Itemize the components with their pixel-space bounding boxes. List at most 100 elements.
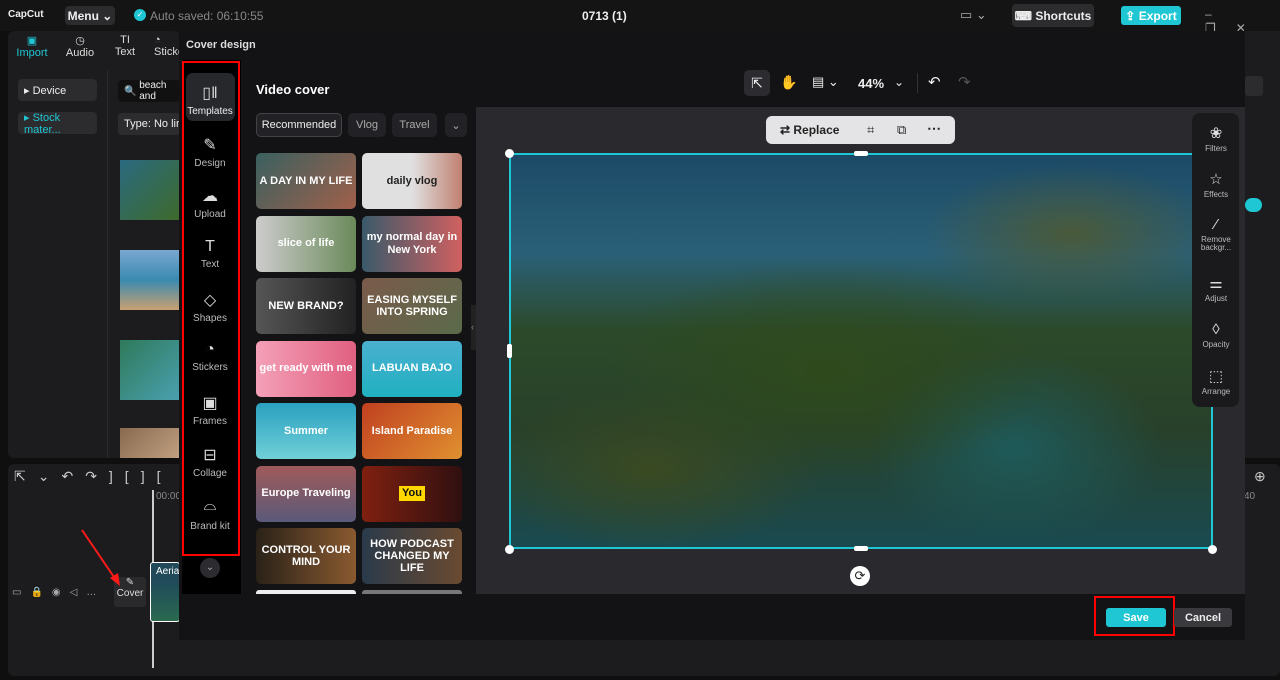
tool-filters[interactable]: ❀ Filters — [1196, 124, 1236, 153]
cancel-button[interactable]: Cancel — [1174, 608, 1232, 627]
hand-tool-icon[interactable]: ✋ — [780, 74, 797, 91]
menu-label: Menu — [67, 8, 99, 23]
resize-handle[interactable] — [507, 344, 512, 358]
check-icon: ✓ — [134, 9, 146, 21]
dialog-title: Cover design — [186, 39, 256, 51]
annotation-arrow — [81, 529, 120, 586]
type-filter[interactable]: Type: No lir — [118, 113, 180, 135]
zoom-dropdown-icon[interactable]: ⌄ — [894, 75, 904, 89]
template-title: Summer — [283, 424, 329, 437]
chip-travel[interactable]: Travel — [392, 113, 437, 137]
resize-handle[interactable] — [1208, 545, 1217, 554]
video-clip[interactable]: Aerial — [150, 562, 182, 622]
template-title: NEW BRAND? — [268, 299, 344, 312]
nav-device[interactable]: ▸ Device — [18, 79, 97, 101]
menu-button[interactable]: Menu ⌄ — [65, 6, 115, 25]
layout-dropdown[interactable]: ▤ ⌄ — [812, 74, 839, 90]
project-title: 0713 (1) — [582, 9, 627, 23]
tool-label: Adjust — [1204, 294, 1228, 303]
template-thumbnail[interactable]: You — [362, 465, 462, 522]
template-thumbnail[interactable]: NEW BRAND? — [256, 278, 356, 334]
select-tool-icon[interactable]: ⇱ — [744, 70, 770, 96]
resize-handle[interactable] — [854, 151, 868, 156]
chips-expand-button[interactable]: ⌄ — [445, 113, 467, 137]
undo-icon[interactable]: ↶ — [928, 73, 941, 91]
zoom-in-icon[interactable]: ⊕ — [1254, 468, 1266, 485]
autosave-status: Auto saved: 06:10:55 — [150, 9, 264, 23]
shortcuts-label: Shortcuts — [1035, 8, 1092, 23]
export-label: Export — [1138, 8, 1177, 23]
redo-icon[interactable]: ↷ — [958, 73, 971, 91]
track-controls[interactable]: ▭🔒◉◁… — [12, 587, 105, 598]
template-thumbnail[interactable]: get ready with me — [256, 340, 356, 397]
export-button[interactable]: ⇪ Export — [1121, 6, 1181, 25]
zoom-level[interactable]: 44% — [858, 76, 884, 91]
template-thumbnail[interactable]: LABUAN BAJO — [362, 340, 462, 397]
clip-label: Aerial — [156, 566, 182, 577]
template-title: You — [399, 486, 425, 501]
template-thumbnail[interactable]: Island Paradise — [362, 403, 462, 459]
tool-opacity[interactable]: ◊ Opacity — [1196, 321, 1236, 349]
layout-icon[interactable]: ▭ ⌄ — [960, 7, 987, 23]
template-thumbnail[interactable]: EASING MYSELF INTO SPRING — [362, 278, 462, 334]
playhead-time: 00:00 — [156, 491, 182, 502]
media-thumbnail[interactable] — [120, 160, 180, 220]
tools-panel — [1192, 113, 1239, 407]
effects-icon: ☆ — [1209, 171, 1223, 188]
chip-vlog[interactable]: Vlog — [348, 113, 386, 137]
tab-label: Text — [114, 46, 136, 58]
opacity-icon: ◊ — [1212, 321, 1220, 338]
template-thumbnail[interactable]: daily vlog — [362, 153, 462, 209]
resize-handle[interactable] — [854, 546, 868, 551]
tab-stickers[interactable]: ◔Stickers — [154, 34, 180, 58]
tab-text[interactable]: TI Text — [110, 34, 140, 58]
tool-label: Remove backgr... — [1200, 234, 1232, 253]
template-title: daily vlog — [386, 174, 438, 187]
ruler-label: 40 — [1244, 491, 1256, 502]
template-thumbnail[interactable]: Summer — [256, 403, 356, 459]
cover-label: Cover — [116, 588, 144, 599]
highlight-box — [182, 61, 240, 556]
shortcuts-button[interactable]: ⌨ Shortcuts — [1012, 4, 1094, 27]
template-thumbnail[interactable]: CONTROL YOUR MIND — [256, 528, 356, 584]
import-icon: ▣ — [26, 35, 38, 47]
media-thumbnail[interactable] — [120, 250, 180, 310]
cover-image[interactable] — [509, 153, 1213, 549]
crop-icon[interactable]: ⌗ — [867, 122, 874, 138]
resize-handle[interactable] — [505, 149, 514, 158]
tool-adjust[interactable]: ⚌ Adjust — [1196, 274, 1236, 303]
highlight-box — [1094, 596, 1175, 636]
tab-label: Audio — [65, 47, 95, 59]
tab-audio[interactable]: ◷ Audio — [62, 34, 98, 59]
tab-import[interactable]: ▣ Import — [14, 34, 50, 59]
replace-button[interactable]: ⇄ Replace — [780, 123, 839, 137]
panel-field — [1245, 76, 1263, 96]
template-thumbnail[interactable]: slice of life — [256, 215, 356, 272]
search-value: beach and — [139, 80, 167, 102]
more-nav-button[interactable]: ⌄ — [200, 558, 220, 578]
template-thumbnail[interactable]: A DAY IN MY LIFE — [256, 153, 356, 209]
search-input[interactable]: 🔍 beach and — [118, 80, 180, 102]
properties-panel — [1245, 31, 1280, 458]
rotate-icon[interactable]: ⟳ — [850, 566, 870, 586]
more-options-icon[interactable]: ⋯ — [927, 120, 941, 137]
dialog-footer — [179, 594, 1245, 640]
tool-effects[interactable]: ☆ Effects — [1196, 170, 1236, 199]
template-thumbnail[interactable]: my normal day in New York — [362, 215, 462, 272]
chip-recommended[interactable]: Recommended — [256, 113, 342, 137]
tool-arrange[interactable]: ⬚ Arrange — [1196, 367, 1236, 396]
template-thumbnail[interactable]: Europe Traveling — [256, 465, 356, 522]
duplicate-icon[interactable]: ⧉ — [897, 122, 906, 138]
timeline-toolbar[interactable]: ⇱⌄↶↷][][ — [14, 468, 172, 485]
arrange-icon: ⬚ — [1208, 368, 1224, 385]
nav-stock-material[interactable]: ▸ Stock mater... — [18, 112, 97, 136]
tool-label: Arrange — [1201, 387, 1231, 396]
media-thumbnail[interactable] — [120, 340, 180, 400]
template-thumbnail[interactable]: HOW PODCAST CHANGED MY LIFE — [362, 528, 462, 584]
replace-label: Replace — [793, 123, 840, 137]
media-thumbnail[interactable] — [120, 428, 180, 458]
tool-remove-background[interactable]: ⁄ Remove backgr... — [1196, 216, 1236, 253]
resize-handle[interactable] — [505, 545, 514, 554]
toggle-switch[interactable] — [1245, 198, 1262, 212]
tab-label: Import — [16, 47, 48, 59]
